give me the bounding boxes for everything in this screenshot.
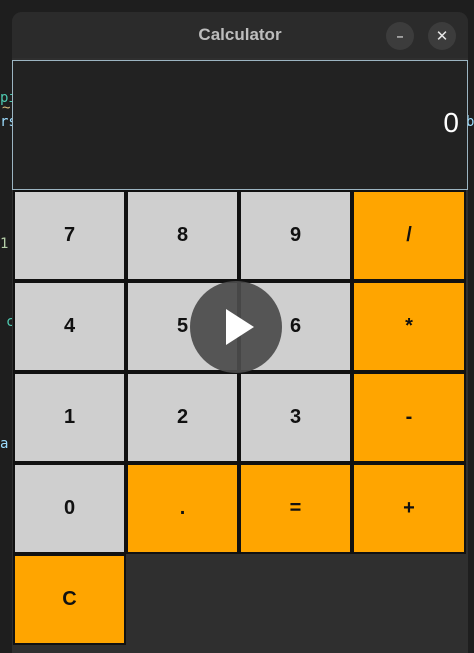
display-value: 0 bbox=[443, 107, 459, 138]
key-equals[interactable]: = bbox=[239, 463, 352, 554]
editor-fragment: 1 bbox=[0, 236, 9, 252]
title-bar[interactable]: Calculator – ✕ bbox=[12, 12, 468, 58]
video-play-button[interactable] bbox=[190, 281, 282, 373]
calculator-display: 0 bbox=[12, 60, 468, 190]
key-divide[interactable]: / bbox=[352, 190, 466, 281]
close-button[interactable]: ✕ bbox=[428, 22, 456, 50]
key-clear[interactable]: C bbox=[13, 554, 126, 645]
key-2[interactable]: 2 bbox=[126, 372, 239, 463]
key-subtract[interactable]: - bbox=[352, 372, 466, 463]
play-icon bbox=[226, 309, 254, 345]
close-icon: ✕ bbox=[435, 27, 449, 45]
key-1[interactable]: 1 bbox=[13, 372, 126, 463]
key-8[interactable]: 8 bbox=[126, 190, 239, 281]
key-add[interactable]: + bbox=[352, 463, 466, 554]
key-3[interactable]: 3 bbox=[239, 372, 352, 463]
key-multiply[interactable]: * bbox=[352, 281, 466, 372]
key-0[interactable]: 0 bbox=[13, 463, 126, 554]
keypad: 7 8 9 / 4 5 6 * 1 2 3 - 0 . = + C bbox=[13, 190, 468, 653]
minimize-icon: – bbox=[396, 27, 404, 45]
minimize-button[interactable]: – bbox=[386, 22, 414, 50]
key-9[interactable]: 9 bbox=[239, 190, 352, 281]
key-7[interactable]: 7 bbox=[13, 190, 126, 281]
editor-fragment: a bbox=[0, 436, 9, 452]
key-decimal[interactable]: . bbox=[126, 463, 239, 554]
key-4[interactable]: 4 bbox=[13, 281, 126, 372]
